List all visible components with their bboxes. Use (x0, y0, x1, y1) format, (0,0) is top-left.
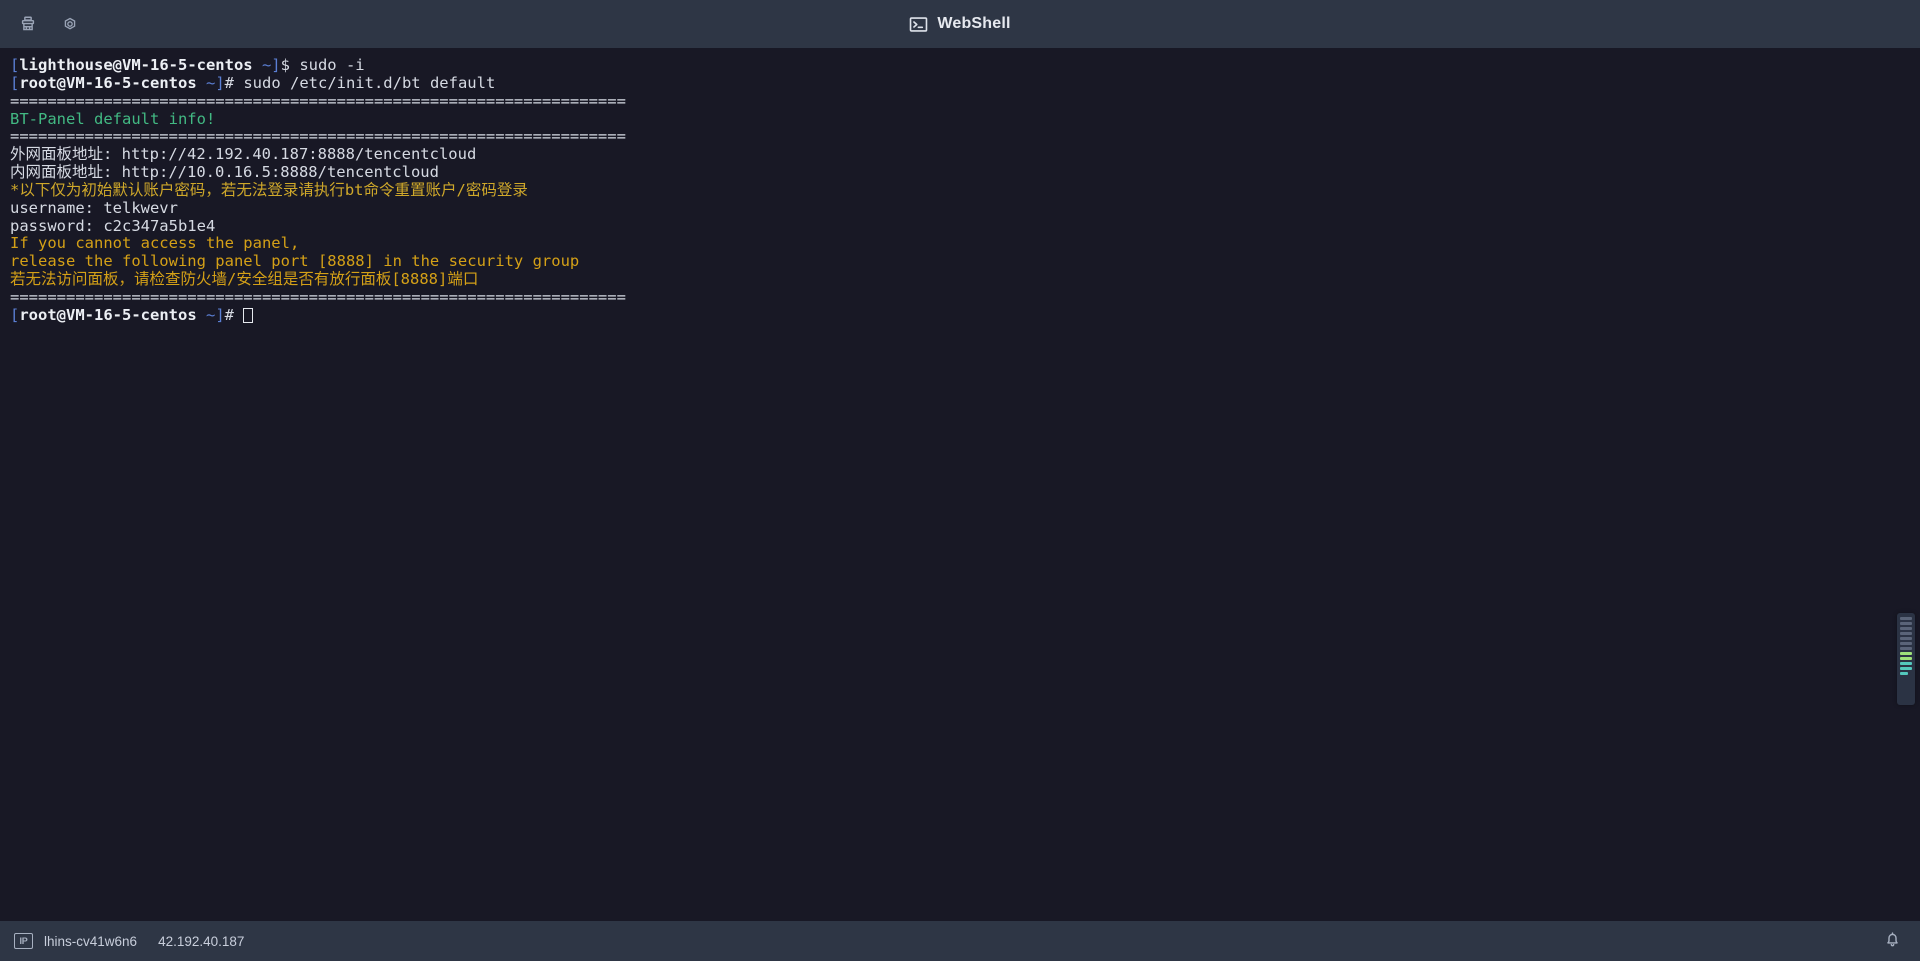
terminal-line: ========================================… (10, 287, 1920, 307)
terminal-text: [ (10, 73, 20, 92)
terminal-text: # (224, 73, 244, 92)
gear-icon (61, 15, 79, 33)
scroll-minimap[interactable] (1897, 613, 1915, 705)
terminal-text: release the following panel port [8888] … (10, 252, 580, 271)
terminal-text: http://10.0.16.5:8888/tencentcloud (121, 163, 439, 182)
notification-button[interactable] (1883, 930, 1902, 953)
terminal-cursor (243, 307, 253, 323)
terminal-text: [ (10, 305, 20, 324)
clear-screen-button[interactable] (14, 10, 42, 38)
settings-button[interactable] (56, 10, 84, 38)
terminal-text: username: telkwevr (10, 198, 178, 217)
terminal-text: sudo /etc/init.d/bt default (243, 73, 496, 92)
window-header: WebShell (0, 0, 1920, 48)
minimap-line-mark (1900, 662, 1912, 665)
terminal-text: lighthouse@VM-16-5-centos (19, 56, 253, 74)
terminal-icon (909, 15, 928, 34)
minimap-line-mark (1900, 667, 1912, 670)
terminal-text: 内网面板地址: (10, 163, 122, 182)
terminal-area[interactable]: [lighthouse@VM-16-5-centos ~]$ sudo -i [r… (0, 48, 1920, 921)
terminal-line: [root@VM-16-5-centos ~]# sudo /etc/init.… (10, 73, 1920, 93)
terminal-line: username: telkwevr (10, 198, 1920, 218)
instance-ip: 42.192.40.187 (158, 933, 245, 949)
terminal-text: ========================================… (10, 91, 626, 110)
terminal-output[interactable]: [lighthouse@VM-16-5-centos ~]$ sudo -i [r… (0, 48, 1920, 325)
ip-badge-icon: IP (14, 933, 33, 949)
instance-name: lhins-cv41w6n6 (44, 933, 138, 949)
bell-icon (1883, 930, 1902, 953)
webshell-window: WebShell [lighthouse@VM-16-5-centos ~]$ … (0, 0, 1920, 961)
terminal-text: *以下仅为初始默认账户密码，若无法登录请执行bt命令重置账户/密码登录 (10, 180, 528, 199)
terminal-line: 外网面板地址: http://42.192.40.187:8888/tencen… (10, 145, 1920, 164)
terminal-text: BT-Panel default info! (10, 109, 216, 128)
terminal-line: 内网面板地址: http://10.0.16.5:8888/tencentclo… (10, 163, 1920, 182)
status-bar-left: IP lhins-cv41w6n6 42.192.40.187 (14, 933, 244, 949)
broom-icon (19, 15, 37, 33)
terminal-text: $ (280, 56, 300, 74)
minimap-line-mark (1900, 672, 1909, 675)
terminal-line: ========================================… (10, 127, 1920, 146)
terminal-line: release the following panel port [8888] … (10, 252, 1920, 271)
minimap-line-mark (1900, 647, 1912, 650)
terminal-text: ~] (196, 305, 225, 324)
minimap-line-mark (1900, 642, 1912, 645)
window-title-group: WebShell (0, 0, 1920, 48)
terminal-line: *以下仅为初始默认账户密码，若无法登录请执行bt命令重置账户/密码登录 (10, 180, 1920, 200)
terminal-text: ~] (252, 56, 281, 74)
terminal-text: password: c2c347a5b1e4 (10, 216, 216, 235)
minimap-line-mark (1900, 622, 1912, 625)
terminal-text: root@VM-16-5-centos (19, 73, 197, 92)
terminal-text: [ (10, 56, 20, 74)
terminal-line: [lighthouse@VM-16-5-centos ~]$ sudo -i (10, 56, 1920, 75)
terminal-text: http://42.192.40.187:8888/tencentcloud (121, 145, 477, 164)
minimap-line-mark (1900, 617, 1912, 620)
terminal-text: root@VM-16-5-centos (19, 305, 197, 324)
minimap-line-mark (1900, 637, 1912, 640)
minimap-line-mark (1900, 632, 1912, 635)
minimap-line-mark (1900, 657, 1912, 660)
terminal-line: If you cannot access the panel, (10, 235, 1920, 253)
status-bar: IP lhins-cv41w6n6 42.192.40.187 (0, 921, 1920, 961)
terminal-line: password: c2c347a5b1e4 (10, 216, 1920, 236)
minimap-line-mark (1900, 627, 1912, 630)
terminal-text: ========================================… (10, 287, 626, 306)
terminal-text: ========================================… (10, 127, 626, 146)
header-toolbar (0, 10, 84, 38)
minimap-line-mark (1900, 652, 1912, 655)
terminal-text: # (224, 305, 244, 324)
terminal-text: ~] (196, 73, 225, 92)
terminal-text: If you cannot access the panel, (10, 234, 300, 253)
terminal-text: sudo -i (299, 56, 365, 74)
terminal-line: BT-Panel default info! (10, 109, 1920, 129)
terminal-text: 若无法访问面板，请检查防火墙/安全组是否有放行面板[8888]端口 (10, 270, 479, 289)
terminal-text: 外网面板地址: (10, 145, 122, 164)
window-title: WebShell (937, 15, 1011, 32)
terminal-line: [root@VM-16-5-centos ~]# (10, 305, 1920, 325)
terminal-line: 若无法访问面板，请检查防火墙/安全组是否有放行面板[8888]端口 (10, 270, 1920, 289)
terminal-line: ========================================… (10, 91, 1920, 111)
